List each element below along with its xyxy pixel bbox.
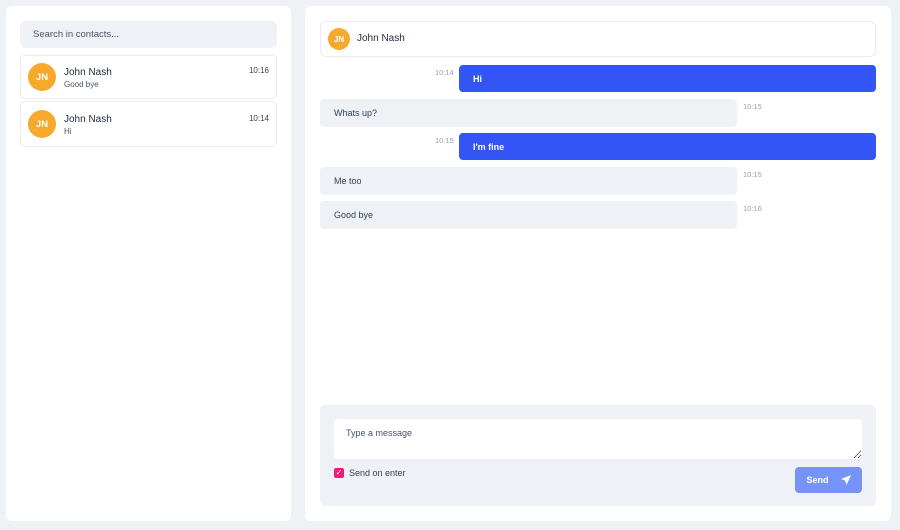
- contact-name: John Nash: [64, 67, 112, 78]
- message-received: Me too: [320, 167, 737, 194]
- message-text: Hi: [473, 73, 482, 84]
- paper-plane-icon: [840, 475, 851, 485]
- message-text: Whats up?: [334, 107, 378, 118]
- avatar: JN: [328, 28, 350, 50]
- contact-time: 10:16: [248, 66, 269, 75]
- contact-name: John Nash: [64, 114, 112, 125]
- avatar: JN: [28, 63, 56, 91]
- contact-item[interactable]: JN John Nash Hi 10:14: [20, 101, 277, 147]
- contacts-panel: JN John Nash Good bye 10:16 JN John Nash…: [6, 6, 291, 521]
- message-time: 10:16: [743, 204, 762, 213]
- message-sent: Hi: [459, 65, 876, 92]
- send-on-enter-label[interactable]: Send on enter: [349, 468, 406, 478]
- message-time: 10:15: [435, 136, 454, 145]
- message-text: Me too: [334, 175, 362, 186]
- message-time: 10:15: [743, 170, 762, 179]
- send-label: Send: [806, 475, 829, 485]
- chat-contact-name: John Nash: [357, 33, 405, 44]
- message-sent: I'm fine: [459, 133, 876, 160]
- contact-item[interactable]: JN John Nash Good bye 10:16: [20, 55, 277, 99]
- message-time: 10:14: [435, 68, 454, 77]
- avatar: JN: [28, 110, 56, 138]
- search-input[interactable]: [20, 21, 277, 48]
- chat-header: JN John Nash: [320, 21, 876, 57]
- send-on-enter-checkbox[interactable]: ✓: [334, 468, 344, 478]
- message-time: 10:15: [743, 102, 762, 111]
- message-received: Good bye: [320, 201, 737, 228]
- contact-last-message: Hi: [64, 127, 72, 136]
- message-text: Good bye: [334, 209, 374, 220]
- message-composer: ✓ Send on enter Send: [320, 405, 876, 506]
- chat-panel: JN John Nash 10:14 Hi Whats up? 10:15 10…: [305, 6, 891, 521]
- message-text: I'm fine: [473, 141, 505, 152]
- send-button[interactable]: Send: [795, 467, 862, 493]
- message-input[interactable]: [334, 419, 862, 459]
- contact-time: 10:14: [248, 114, 269, 123]
- message-received: Whats up?: [320, 99, 737, 126]
- contact-last-message: Good bye: [64, 80, 99, 89]
